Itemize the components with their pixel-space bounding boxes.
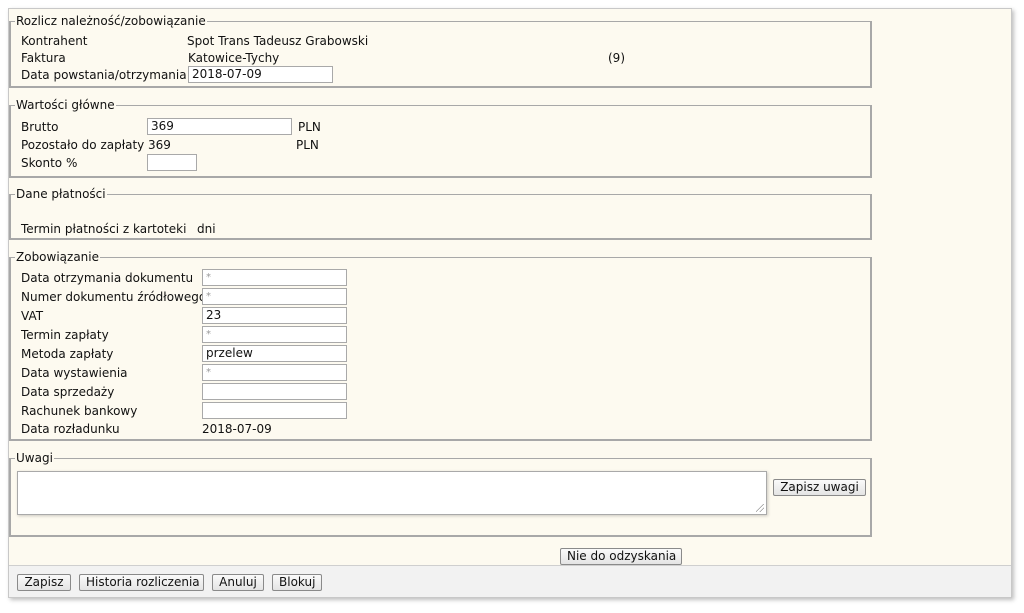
payment-method-label: Metoda zapłaty — [21, 347, 114, 361]
invoice-value: Katowice-Tychy — [188, 51, 280, 65]
date-created-label: Data powstania/otrzymania — [21, 68, 187, 82]
bank-account-label: Rachunek bankowy — [21, 404, 138, 418]
contractor-value: Spot Trans Tadeusz Grabowski — [187, 34, 369, 48]
settle-legend: Rozlicz należność/zobowiązanie — [15, 14, 207, 28]
notes-legend: Uwagi — [15, 451, 54, 465]
date-created-input[interactable]: 2018-07-09 — [188, 66, 333, 83]
receipt-date-label: Data otrzymania dokumentu — [21, 271, 194, 285]
gross-label: Brutto — [21, 120, 59, 134]
invoice-label: Faktura — [21, 51, 66, 65]
sale-date-label: Data sprzedaży — [21, 385, 115, 399]
uncollectible-button[interactable]: Nie do odzyskania — [560, 548, 682, 565]
discount-label: Skonto % — [21, 156, 78, 170]
liability-fieldset: Zobowiązanie Data otrzymania dokumentu *… — [9, 250, 872, 441]
payment-fieldset: Dane płatności Termin płatności z kartot… — [9, 187, 872, 240]
unload-date-value: 2018-07-09 — [202, 422, 272, 436]
bank-account-input[interactable] — [202, 402, 347, 419]
contractor-label: Kontrahent — [21, 34, 88, 48]
notes-textarea[interactable] — [17, 471, 767, 515]
settle-fieldset: Rozlicz należność/zobowiązanie Kontrahen… — [9, 14, 872, 88]
liability-legend: Zobowiązanie — [15, 250, 100, 264]
issue-date-label: Data wystawienia — [21, 366, 128, 380]
payment-method-input[interactable]: przelew — [202, 345, 347, 362]
block-button[interactable]: Blokuj — [272, 574, 322, 591]
payment-term-label: Termin płatności z kartoteki — [21, 222, 187, 236]
payment-legend: Dane płatności — [15, 187, 107, 201]
resize-grip-icon[interactable] — [756, 504, 764, 512]
bottom-toolbar: Zapisz Historia rozliczenia Anuluj Bloku… — [9, 565, 1011, 597]
notes-fieldset: Uwagi Zapisz uwagi — [9, 451, 872, 537]
payment-due-label: Termin zapłaty — [21, 328, 109, 342]
unload-date-label: Data rozładunku — [21, 422, 120, 436]
main-values-fieldset: Wartości główne Brutto 369 PLN Pozostało… — [9, 98, 872, 178]
vat-input[interactable]: 23 — [202, 307, 347, 324]
save-button[interactable]: Zapisz — [17, 574, 71, 591]
discount-input[interactable] — [147, 154, 197, 171]
settlement-panel: Rozlicz należność/zobowiązanie Kontrahen… — [8, 8, 1012, 598]
source-doc-label: Numer dokumentu źródłowego — [21, 290, 207, 304]
receipt-date-input[interactable]: * — [202, 269, 347, 286]
remaining-value: 369 — [148, 138, 171, 152]
save-notes-button[interactable]: Zapisz uwagi — [773, 479, 866, 496]
source-doc-input[interactable]: * — [202, 288, 347, 305]
gross-currency: PLN — [298, 120, 321, 134]
remaining-currency: PLN — [296, 138, 319, 152]
vat-label: VAT — [21, 309, 44, 323]
gross-input[interactable]: 369 — [147, 118, 292, 135]
cancel-button[interactable]: Anuluj — [212, 574, 264, 591]
issue-date-input[interactable]: * — [202, 364, 347, 381]
payment-due-input[interactable]: * — [202, 326, 347, 343]
main-values-legend: Wartości główne — [15, 98, 116, 112]
sale-date-input[interactable] — [202, 383, 347, 400]
remaining-label: Pozostało do zapłaty — [21, 138, 145, 152]
history-button[interactable]: Historia rozliczenia — [79, 574, 204, 591]
invoice-count: (9) — [608, 51, 625, 65]
payment-term-unit: dni — [197, 222, 216, 236]
